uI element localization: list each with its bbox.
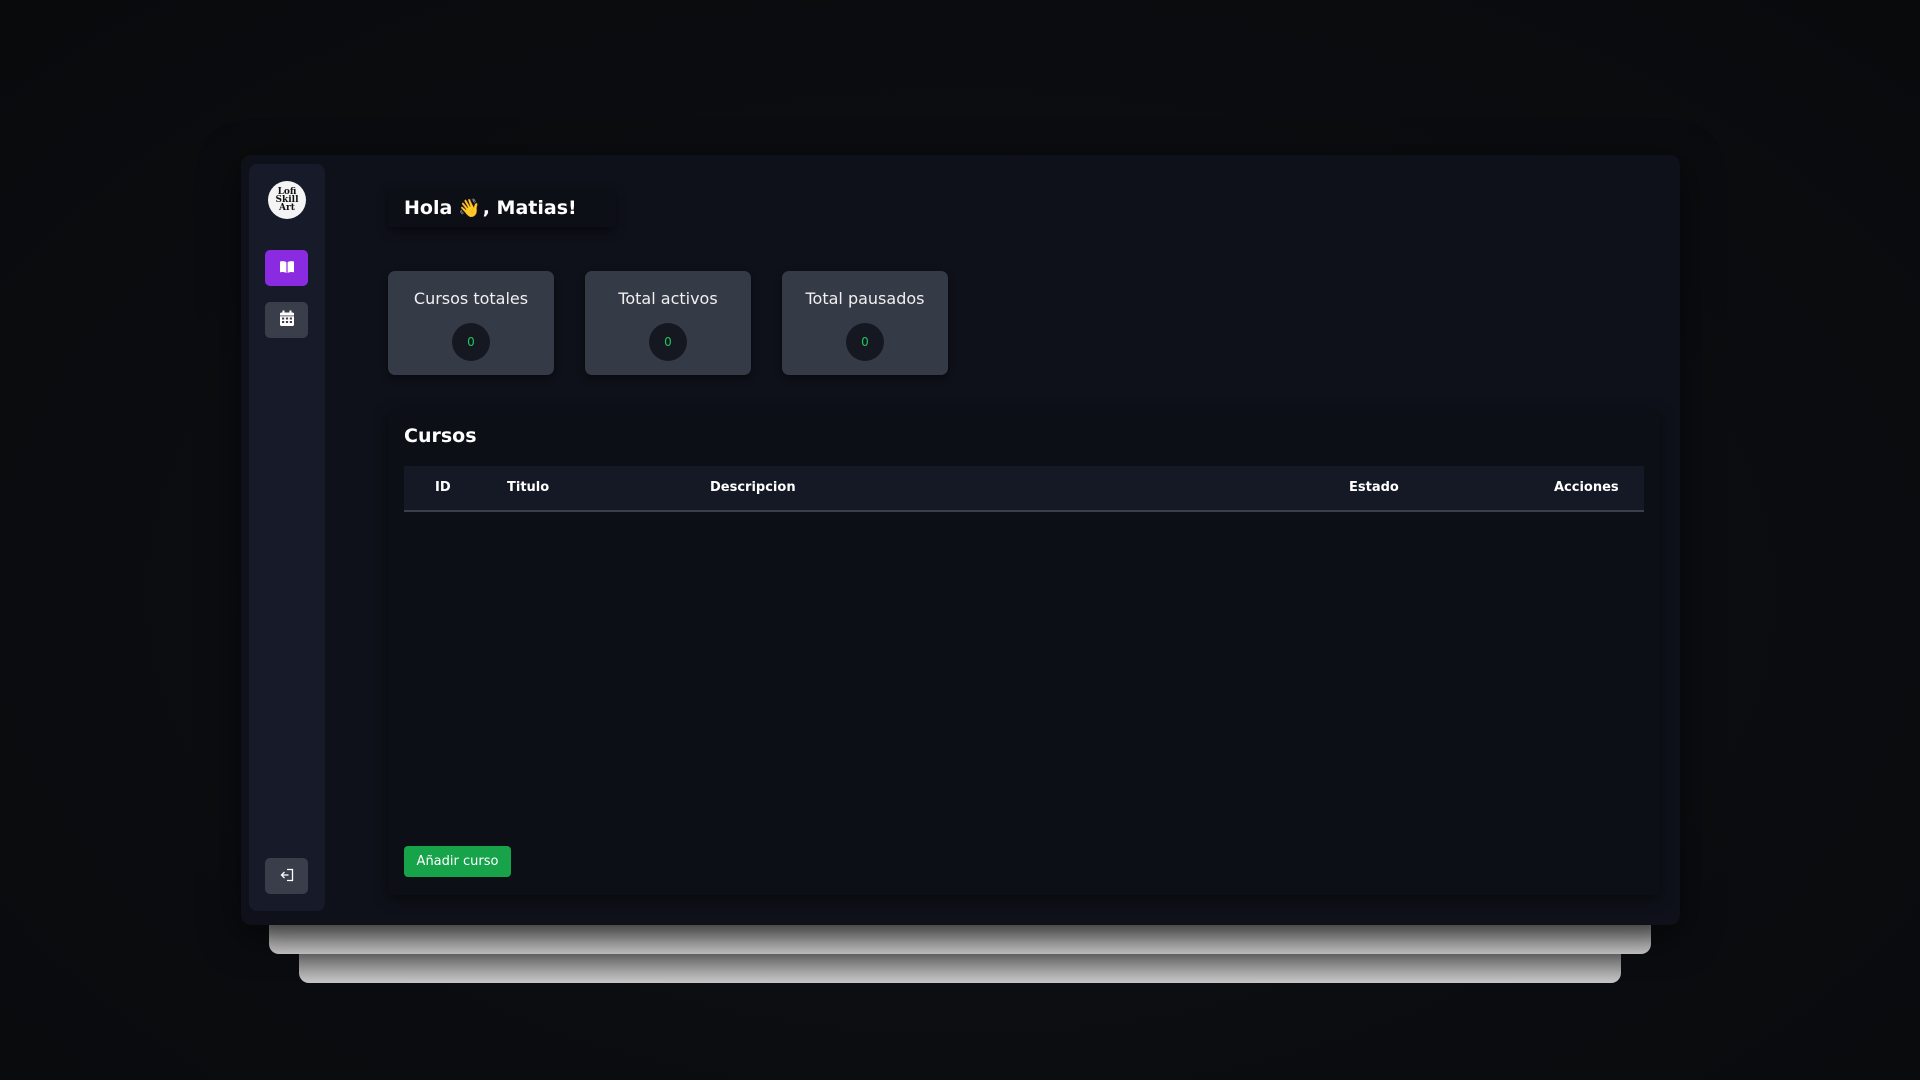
greeting-prefix: Hola — [404, 197, 453, 219]
column-header-id: ID — [435, 480, 451, 495]
stat-label: Total activos — [618, 289, 718, 308]
stat-label: Cursos totales — [413, 289, 529, 308]
brand-logo: Lofi Skill Art — [268, 181, 306, 219]
stat-card-paused: Total pausados 0 — [782, 271, 948, 375]
logout-button[interactable] — [265, 858, 308, 894]
stat-label: Total pausados — [805, 289, 925, 308]
add-course-button[interactable]: Añadir curso — [404, 846, 511, 877]
greeting-name: , Matias! — [482, 197, 577, 219]
stat-card-total-courses: Cursos totales 0 — [388, 271, 554, 375]
stat-value: 0 — [649, 323, 687, 361]
courses-table-header: ID Titulo Descripcion Estado Acciones — [404, 466, 1644, 512]
column-header-status: Estado — [1349, 480, 1399, 495]
logo-lettering: Lofi Skill Art — [275, 187, 299, 213]
column-header-actions: Acciones — [1554, 480, 1619, 495]
logout-icon — [279, 867, 295, 886]
column-header-title: Titulo — [507, 480, 550, 495]
stat-card-active: Total activos 0 — [585, 271, 751, 375]
stat-value: 0 — [452, 323, 490, 361]
stat-value: 0 — [846, 323, 884, 361]
waving-hand-icon: 👋 — [458, 197, 481, 219]
book-icon — [279, 259, 295, 278]
greeting-title: Hola 👋 , Matias! — [388, 189, 616, 227]
sidebar-item-courses[interactable] — [265, 250, 308, 286]
sidebar-item-calendar[interactable] — [265, 302, 308, 338]
courses-title: Cursos — [404, 425, 477, 447]
column-header-description: Descripcion — [710, 480, 796, 495]
calendar-icon — [279, 310, 295, 331]
device-base-lower — [299, 950, 1621, 983]
courses-panel: Cursos ID Titulo Descripcion Estado Acci… — [388, 409, 1660, 895]
sidebar: Lofi Skill Art — [249, 164, 325, 911]
